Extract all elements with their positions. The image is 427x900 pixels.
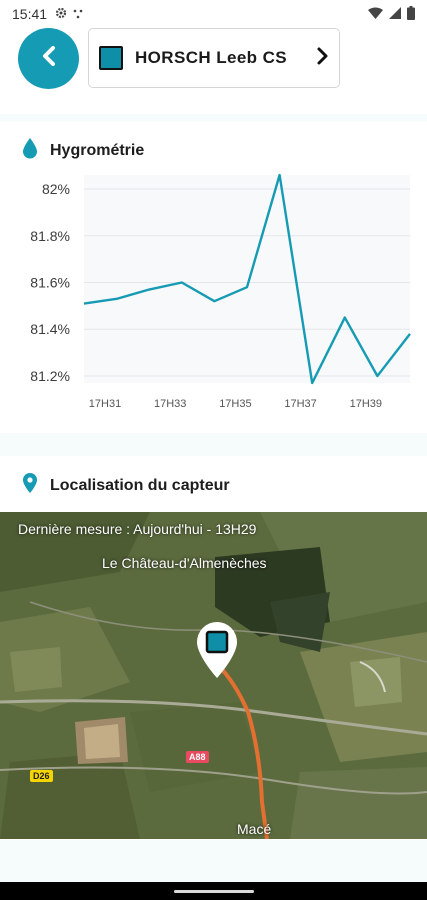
y-tick-label: 81.6% [30,275,70,291]
y-tick-label: 81.2% [30,368,70,384]
humidity-card: Hygrométrie 82% 81.8% 81.6% 81.4% 81.2% 17H31… [0,121,427,433]
location-pin-icon [22,472,38,499]
plot-area [84,175,410,383]
battery-icon [407,5,415,23]
settings-icon [55,6,67,22]
bottom-area [0,840,427,882]
road-badge-d26: D26 [30,770,53,782]
road-badge-a88: A88 [186,751,209,763]
place-label-north: Le Château-d'Almenèches [102,555,267,571]
humidity-chart: 82% 81.8% 81.6% 81.4% 81.2% 17H31 17H33 17H35 17… [30,173,411,410]
chevron-left-icon [39,45,59,72]
header: HORSCH Leeb CS [0,28,427,114]
y-tick-label: 81.8% [30,228,70,244]
water-drop-icon [22,137,38,164]
device-selector[interactable]: HORSCH Leeb CS [88,28,340,88]
sensor-map[interactable]: Dernière mesure : Aujourd'hui - 13H29 Le… [0,512,427,839]
last-measure-caption: Dernière mesure : Aujourd'hui - 13H29 [18,521,257,537]
back-button[interactable] [18,28,79,89]
cellular-signal-icon [389,6,401,22]
y-tick-label: 81.4% [30,321,70,337]
x-tick-label: 17H31 [89,398,121,410]
location-card: Localisation du capteur Dernière mesure … [0,456,427,840]
device-name: HORSCH Leeb CS [135,48,288,67]
network-activity-icon [73,6,83,22]
status-time: 15:41 [12,6,48,22]
y-tick-label: 82% [42,181,70,197]
humidity-title: Hygrométrie [50,141,145,159]
x-tick-label: 17H37 [284,398,316,410]
device-color-swatch [99,46,123,70]
place-label-south: Macé [237,821,272,837]
home-gesture-handle[interactable] [174,890,254,893]
x-tick-label: 17H39 [350,398,382,410]
chevron-right-icon[interactable] [315,46,329,71]
sensor-map-marker[interactable] [194,620,240,685]
system-navigation-bar [0,882,427,900]
status-bar: 15:41 [0,0,427,28]
x-tick-label: 17H35 [219,398,251,410]
wifi-icon [368,6,383,22]
location-title: Localisation du capteur [50,476,230,494]
x-tick-label: 17H33 [154,398,186,410]
